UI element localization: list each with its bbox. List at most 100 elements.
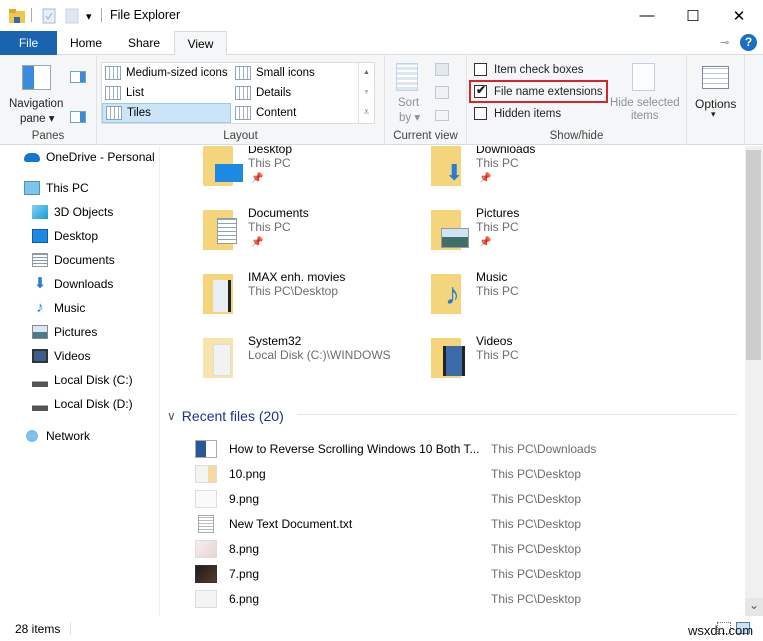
separator	[101, 8, 102, 22]
navigation-pane-label[interactable]: Navigation	[9, 98, 63, 110]
pin-icon: 📌	[479, 237, 492, 248]
tile-imax-movies[interactable]: IMAX enh. movies This PC\Desktop	[203, 270, 423, 330]
sort-by-label[interactable]: Sort	[398, 97, 419, 109]
documents-icon	[32, 253, 48, 267]
tile-documents[interactable]: Documents This PC 📌	[203, 206, 423, 266]
nav-item-local-disk-d[interactable]: Local Disk (D:)	[32, 393, 133, 415]
hide-selected-items-icon[interactable]	[632, 63, 655, 91]
system32-folder-icon	[203, 338, 233, 378]
file-list-area: Desktop This PC 📌 ⬇ Downloads This PC 📌 …	[161, 146, 744, 616]
maximize-button[interactable]: ☐	[670, 0, 716, 31]
preview-pane-icon[interactable]	[70, 71, 86, 83]
3d-objects-icon	[32, 205, 48, 219]
sort-by-icon[interactable]	[396, 63, 418, 91]
gallery-scroll-up[interactable]: ▲	[359, 63, 374, 83]
tab-view[interactable]: View	[174, 31, 227, 56]
layout-details[interactable]: Details	[232, 83, 357, 103]
tab-file[interactable]: File	[0, 31, 57, 55]
pin-icon: 📌	[251, 173, 264, 184]
sort-by-dropdown[interactable]: by ▾	[399, 110, 420, 124]
close-button[interactable]: ✕	[716, 0, 762, 31]
recent-file-row[interactable]: How to Reverse Scrolling Windows 10 Both…	[195, 438, 735, 460]
downloads-folder-icon: ⬇	[431, 146, 463, 186]
tiles-icon	[106, 106, 122, 120]
navigation-pane-dropdown[interactable]: pane ▾	[20, 111, 55, 125]
properties-quick-button[interactable]	[42, 7, 56, 25]
hidden-items-toggle[interactable]: Hidden items	[474, 107, 561, 120]
window-title: File Explorer	[110, 8, 181, 22]
ribbon: Navigation pane ▾ Panes Medium-sized ico…	[0, 55, 763, 145]
layout-list[interactable]: List	[102, 83, 232, 103]
tab-share[interactable]: Share	[118, 31, 170, 55]
recent-file-row[interactable]: New Text Document.txt This PC\Desktop	[195, 513, 735, 535]
tile-downloads[interactable]: ⬇ Downloads This PC 📌	[431, 146, 651, 202]
medium-icons-icon	[105, 66, 121, 80]
list-icon	[105, 86, 121, 100]
documents-folder-icon	[203, 210, 237, 250]
recent-file-row[interactable]: 10.png This PC\Desktop	[195, 463, 735, 485]
nav-item-3d-objects[interactable]: 3D Objects	[32, 201, 113, 223]
details-icon	[235, 86, 251, 100]
recent-file-row[interactable]: 9.png This PC\Desktop	[195, 488, 735, 510]
show-hide-group-label: Show/hide	[549, 130, 604, 142]
nav-item-pictures[interactable]: Pictures	[32, 321, 97, 343]
vertical-scrollbar[interactable]: ⌄	[745, 146, 763, 616]
layout-gallery-scroll: ▲ ▼ ⩡	[358, 63, 374, 123]
tile-pictures[interactable]: Pictures This PC 📌	[431, 206, 651, 266]
item-check-boxes-toggle[interactable]: Item check boxes	[474, 63, 583, 76]
recent-files-header[interactable]: ∨ Recent files (20)	[167, 408, 284, 424]
tile-desktop[interactable]: Desktop This PC 📌	[203, 146, 423, 202]
details-pane-icon[interactable]	[70, 111, 86, 123]
size-columns-icon[interactable]	[435, 110, 449, 121]
tile-music[interactable]: ♪ Music This PC	[431, 270, 651, 330]
word-doc-icon	[195, 440, 217, 458]
new-folder-quick-button[interactable]	[65, 7, 79, 25]
hidden-items-checkbox[interactable]	[474, 107, 487, 120]
separator	[70, 622, 71, 635]
nav-item-videos[interactable]: Videos	[32, 345, 90, 367]
group-by-icon[interactable]	[435, 63, 449, 76]
layout-group: Medium-sized icons Small icons List Deta…	[97, 55, 385, 145]
layout-small-icons[interactable]: Small icons	[232, 63, 357, 83]
customize-quick-access-button[interactable]: ▾	[86, 7, 92, 25]
nav-item-downloads[interactable]: ⬇ Downloads	[32, 273, 114, 295]
tile-videos[interactable]: Videos This PC	[431, 334, 651, 394]
pin-icon: 📌	[479, 173, 492, 184]
nav-item-local-disk-c[interactable]: Local Disk (C:)	[32, 369, 133, 391]
layout-tiles[interactable]: Tiles	[102, 103, 231, 123]
nav-item-music[interactable]: ♪ Music	[32, 297, 85, 319]
current-view-group: Sort by ▾ Current view	[385, 55, 467, 145]
network-icon	[24, 429, 40, 443]
drive-icon	[32, 373, 48, 387]
hide-selected-items-label-1[interactable]: Hide selected	[610, 97, 680, 109]
recent-file-row[interactable]: 6.png This PC\Desktop	[195, 588, 735, 610]
item-check-boxes-checkbox[interactable]	[474, 63, 487, 76]
onedrive-icon	[24, 152, 40, 162]
nav-item-desktop[interactable]: Desktop	[32, 225, 98, 247]
scroll-down-button[interactable]: ⌄	[745, 598, 763, 616]
tile-system32[interactable]: System32 Local Disk (C:)\WINDOWS	[203, 334, 423, 394]
scrollbar-thumb[interactable]	[746, 150, 761, 360]
desktop-icon	[32, 229, 48, 243]
nav-item-network[interactable]: Network	[24, 425, 90, 447]
gallery-more-button[interactable]: ⩡	[359, 103, 374, 123]
navigation-pane-icon[interactable]	[22, 65, 51, 90]
add-columns-icon[interactable]	[435, 86, 449, 99]
music-icon: ♪	[36, 299, 44, 316]
nav-item-onedrive[interactable]: OneDrive - Personal	[24, 146, 155, 168]
options-icon[interactable]	[702, 66, 729, 89]
layout-medium-icons[interactable]: Medium-sized icons	[102, 63, 232, 83]
tab-home[interactable]: Home	[60, 31, 112, 55]
hide-selected-items-label-2[interactable]: items	[631, 110, 658, 122]
chevron-down-icon: ∨	[167, 409, 176, 423]
help-icon[interactable]: ?	[740, 34, 757, 51]
nav-item-this-pc[interactable]: This PC	[24, 177, 89, 199]
nav-item-documents[interactable]: Documents	[32, 249, 115, 271]
gallery-scroll-down[interactable]: ▼	[359, 83, 374, 103]
recent-file-row[interactable]: 8.png This PC\Desktop	[195, 538, 735, 560]
recent-file-row[interactable]: 7.png This PC\Desktop	[195, 563, 735, 585]
pin-ribbon-icon[interactable]: ⊸	[720, 36, 729, 49]
minimize-button[interactable]: —	[624, 0, 670, 31]
layout-content[interactable]: Content	[232, 103, 357, 123]
options-dropdown-arrow[interactable]: ▾	[711, 109, 716, 120]
